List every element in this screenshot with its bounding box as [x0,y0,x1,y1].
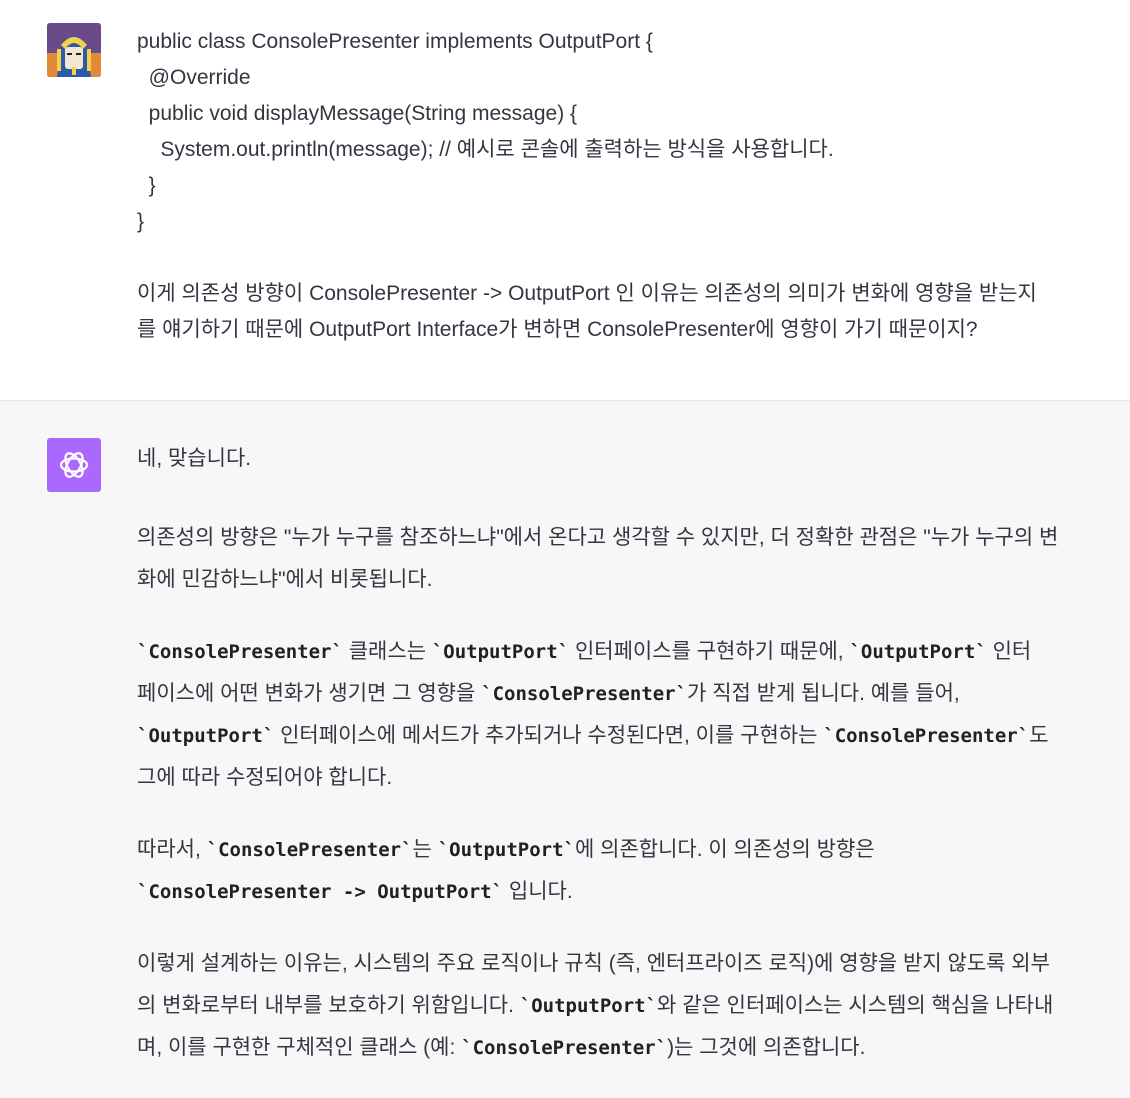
code-line: public class ConsolePresenter implements… [137,30,653,53]
code-line: } [137,210,145,233]
user-avatar [47,23,101,77]
text-span: 페이스에 어떤 변화가 생기면 그 영향을 [137,682,482,705]
code-line: public void displayMessage(String messag… [137,102,578,125]
text-span: 는 [412,838,438,861]
assistant-message: 네, 맞습니다. 의존성의 방향은 "누가 누구를 참조하느냐"에서 온다고 생… [0,401,1130,1098]
text-span: 와 같은 인터페이스는 시스템의 핵심을 나타내 [657,994,1054,1017]
user-message: public class ConsolePresenter implements… [0,0,1130,401]
answer-paragraph: 네, 맞습니다. [137,447,252,470]
text-span: 인터페이스에 메서드가 추가되거나 수정된다면, 이를 구현하는 [274,724,824,747]
text-span: 가 직접 받게 됩니다. 예를 들어, [687,682,960,705]
text-span: 입니다. [503,880,573,903]
pharaoh-avatar-icon [47,23,101,77]
text-line: 화에 민감하느냐"에서 비롯됩니다. [137,568,433,591]
inline-code: `ConsolePresenter` [206,839,413,861]
user-message-content: public class ConsolePresenter implements… [137,24,1122,348]
inline-code: `ConsolePresenter` [461,1037,668,1059]
text-span: 의 변화로부터 내부를 보호하기 위함입니다. [137,994,520,1017]
text-span: 따라서, [137,838,207,861]
answer-paragraph: `ConsolePresenter` 클래스는 `OutputPort` 인터페… [137,631,1122,799]
answer-paragraph: 따라서, `ConsolePresenter`는 `OutputPort`에 의… [137,829,1122,913]
assistant-message-content: 네, 맞습니다. 의존성의 방향은 "누가 누구를 참조하느냐"에서 온다고 생… [137,441,1122,1069]
inline-code: `OutputPort` [849,641,987,663]
inline-code: `OutputPort` [431,641,570,663]
inline-code: `OutputPort` [519,995,658,1017]
question-line: 를 얘기하기 때문에 OutputPort Interface가 변하면 Con… [137,318,978,341]
inline-code: `ConsolePresenter -> OutputPort` [137,881,504,903]
text-span: )는 그것에 의존합니다. [667,1036,866,1059]
openai-logo-icon [59,452,89,478]
text-span: 클래스는 [342,640,432,663]
inline-code: `OutputPort` [137,725,275,747]
code-line: System.out.println(message); // 예시로 콘솔에 … [137,138,834,161]
inline-code: `ConsolePresenter` [481,683,688,705]
inline-code: `OutputPort` [437,839,575,861]
code-line: } [137,174,156,197]
text-line: 의존성의 방향은 "누가 누구를 참조하느냐"에서 온다고 생각할 수 있지만,… [137,526,1059,549]
text-span: 인터 [986,640,1032,663]
text-span: 도 [1029,724,1049,747]
text-span: 에 의존합니다. 이 의존성의 방향은 [574,838,875,861]
inline-code: `ConsolePresenter` [823,725,1030,747]
text-span: 인터페이스를 구현하기 때문에, [569,640,850,663]
answer-paragraph: 의존성의 방향은 "누가 누구를 참조하느냐"에서 온다고 생각할 수 있지만,… [137,517,1122,601]
answer-paragraph: 이렇게 설계하는 이유는, 시스템의 주요 로직이나 규칙 (즉, 엔터프라이즈… [137,943,1122,1069]
text-span: 며, 이를 구현한 구체적인 클래스 (예: [137,1036,462,1059]
text-span: 이렇게 설계하는 이유는, 시스템의 주요 로직이나 규칙 (즉, 엔터프라이즈… [137,952,1050,975]
text-span: 그에 따라 수정되어야 합니다. [137,766,393,789]
inline-code: `ConsolePresenter` [137,641,343,663]
assistant-avatar [47,438,101,492]
question-line: 이게 의존성 방향이 ConsolePresenter -> OutputPor… [137,282,1037,305]
code-line: @Override [137,66,251,89]
